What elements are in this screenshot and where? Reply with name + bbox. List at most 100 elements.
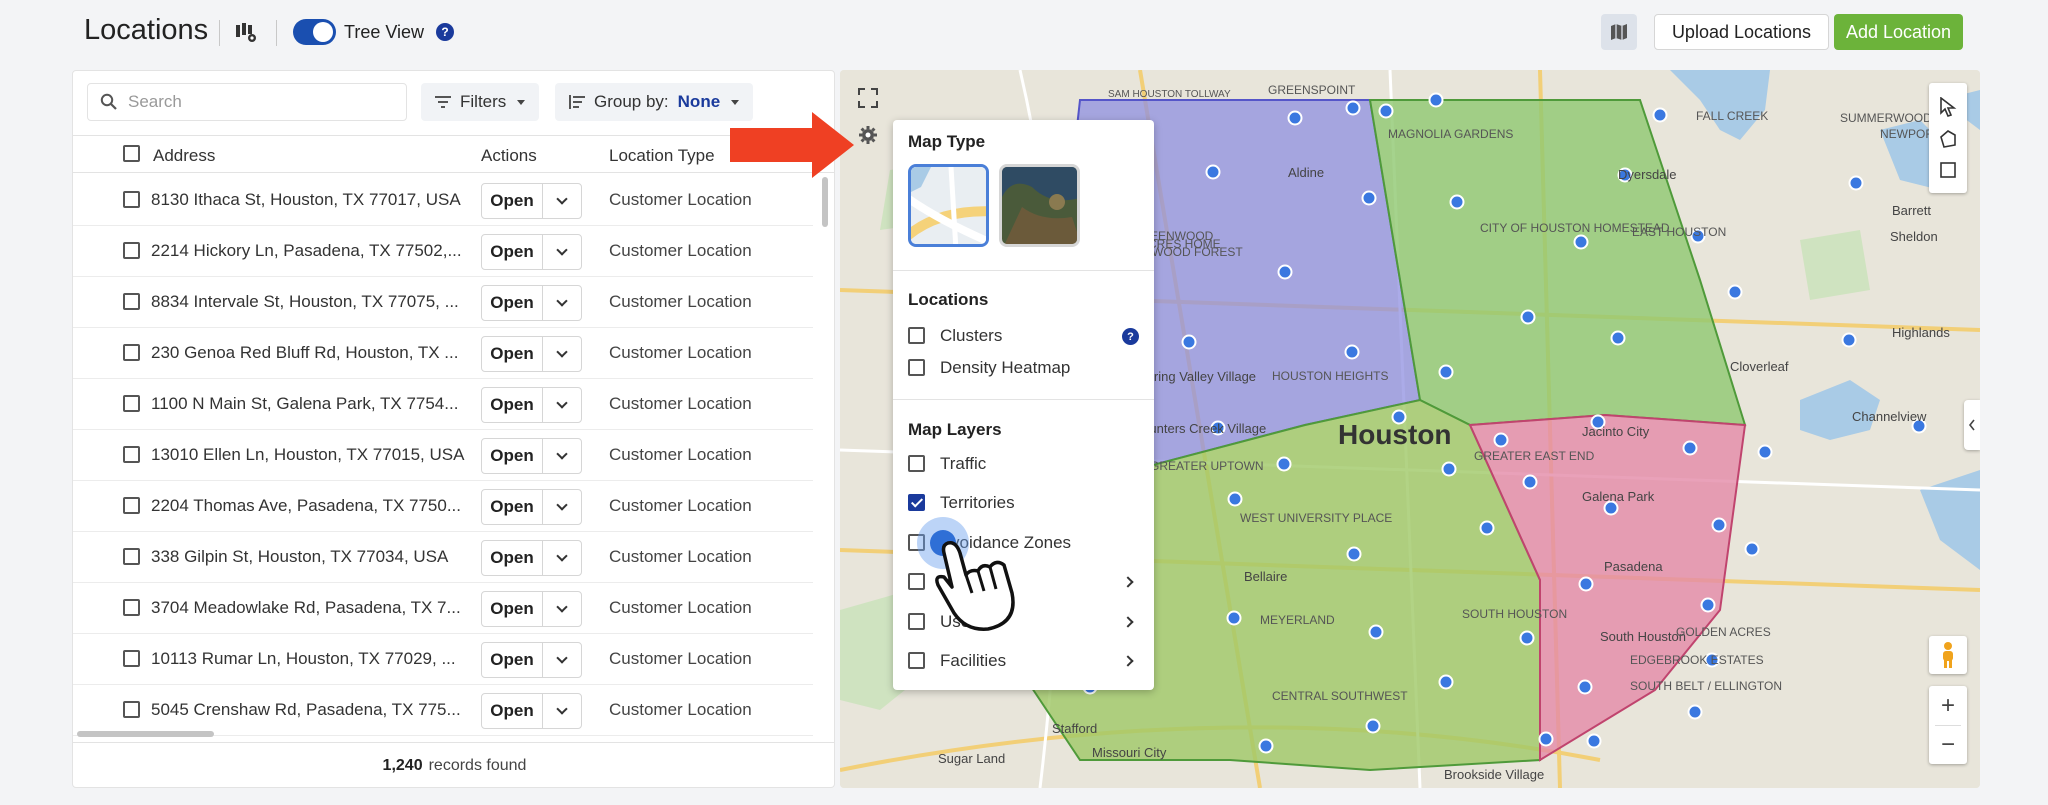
location-marker[interactable] — [1687, 704, 1703, 720]
group-by-button[interactable]: Group by: None — [555, 83, 754, 121]
chevron-right-icon[interactable] — [1122, 615, 1134, 628]
traffic-checkbox[interactable] — [908, 455, 925, 472]
location-marker[interactable] — [1744, 541, 1760, 557]
density-heatmap-checkbox[interactable] — [908, 359, 925, 376]
table-row[interactable]: 230 Genoa Red Bluff Rd, Houston, TX ... O… — [73, 328, 813, 379]
address-cell[interactable]: 8834 Intervale St, Houston, TX 77075, ..… — [151, 292, 459, 312]
open-button[interactable]: Open — [482, 592, 543, 626]
location-marker[interactable] — [1205, 164, 1221, 180]
table-row[interactable]: 1100 N Main St, Galena Park, TX 7754... O… — [73, 379, 813, 430]
open-button[interactable]: Open — [482, 439, 543, 473]
location-marker[interactable] — [1682, 440, 1698, 456]
map-view-button[interactable] — [1601, 14, 1637, 50]
location-marker[interactable] — [1757, 444, 1773, 460]
location-marker[interactable] — [1577, 679, 1593, 695]
rectangle-icon[interactable] — [1939, 161, 1957, 179]
polygon-icon[interactable] — [1938, 129, 1958, 149]
location-marker[interactable] — [1365, 718, 1381, 734]
location-marker[interactable] — [1361, 190, 1377, 206]
roadmap-type-option[interactable] — [908, 164, 989, 247]
open-dropdown-button[interactable] — [543, 643, 581, 677]
open-button[interactable]: Open — [482, 235, 543, 269]
open-dropdown-button[interactable] — [543, 541, 581, 575]
location-marker[interactable] — [1276, 456, 1292, 472]
row-checkbox[interactable] — [123, 548, 140, 565]
location-marker[interactable] — [1538, 731, 1554, 747]
row-checkbox[interactable] — [123, 599, 140, 616]
location-marker[interactable] — [1520, 309, 1536, 325]
table-row[interactable]: 2214 Hickory Ln, Pasadena, TX 77502,... O… — [73, 226, 813, 277]
address-cell[interactable]: 10113 Rumar Ln, Houston, TX 77029, ... — [151, 649, 456, 669]
facilities-checkbox[interactable] — [908, 652, 925, 669]
row-checkbox[interactable] — [123, 191, 140, 208]
open-button[interactable]: Open — [482, 490, 543, 524]
address-cell[interactable]: 1100 N Main St, Galena Park, TX 7754... — [151, 394, 458, 414]
location-marker[interactable] — [1258, 738, 1274, 754]
address-cell[interactable]: 230 Genoa Red Bluff Rd, Houston, TX ... — [151, 343, 458, 363]
location-marker[interactable] — [1652, 107, 1668, 123]
address-cell[interactable]: 5045 Crenshaw Rd, Pasadena, TX 775... — [151, 700, 461, 720]
chevron-right-icon[interactable] — [1122, 576, 1134, 588]
location-marker[interactable] — [1479, 520, 1495, 536]
row-checkbox[interactable] — [123, 293, 140, 310]
zoom-in-button[interactable]: + — [1941, 687, 1955, 725]
location-marker[interactable] — [1522, 474, 1538, 490]
location-marker[interactable] — [1711, 517, 1727, 533]
location-marker[interactable] — [1226, 610, 1242, 626]
column-location-type[interactable]: Location Type — [609, 146, 715, 166]
open-button[interactable]: Open — [482, 541, 543, 575]
location-marker[interactable] — [1368, 624, 1384, 640]
row-checkbox[interactable] — [123, 242, 140, 259]
row-checkbox[interactable] — [123, 701, 140, 718]
location-marker[interactable] — [1345, 100, 1361, 116]
layer-option-territories[interactable]: Territories — [908, 491, 1140, 515]
open-dropdown-button[interactable] — [543, 184, 581, 218]
pointer-icon[interactable] — [1939, 97, 1957, 117]
open-dropdown-button[interactable] — [543, 235, 581, 269]
layer-option-traffic[interactable]: Traffic — [908, 452, 1140, 476]
chevron-right-icon[interactable] — [1122, 655, 1134, 667]
satellite-type-option[interactable] — [999, 164, 1080, 247]
layer-option-facilities[interactable]: Facilities — [908, 649, 1140, 673]
row-checkbox[interactable] — [123, 344, 140, 361]
open-dropdown-button[interactable] — [543, 337, 581, 371]
vertical-scrollbar[interactable] — [822, 177, 828, 227]
collapse-panel-button[interactable] — [1964, 400, 1980, 450]
address-cell[interactable]: 8130 Ithaca St, Houston, TX 77017, USA — [151, 190, 461, 210]
filters-button[interactable]: Filters — [421, 83, 540, 121]
location-marker[interactable] — [1848, 175, 1864, 191]
tree-view-toggle[interactable] — [293, 19, 336, 45]
row-checkbox[interactable] — [123, 650, 140, 667]
address-cell[interactable]: 2204 Thomas Ave, Pasadena, TX 7750... — [151, 496, 461, 516]
help-icon[interactable]: ? — [1122, 328, 1139, 345]
territories-checkbox[interactable] — [908, 494, 925, 512]
location-marker[interactable] — [1578, 576, 1594, 592]
location-marker[interactable] — [1841, 332, 1857, 348]
open-dropdown-button[interactable] — [543, 439, 581, 473]
location-marker[interactable] — [1378, 103, 1394, 119]
location-marker[interactable] — [1346, 546, 1362, 562]
density-heatmap-option[interactable]: Density Heatmap — [908, 356, 1140, 380]
open-button[interactable]: Open — [482, 643, 543, 677]
table-row[interactable]: 2204 Thomas Ave, Pasadena, TX 7750... Ope… — [73, 481, 813, 532]
location-marker[interactable] — [1573, 234, 1589, 250]
table-row[interactable]: 5045 Crenshaw Rd, Pasadena, TX 775... Ope… — [73, 685, 813, 736]
open-button[interactable]: Open — [482, 337, 543, 371]
street-view-pegman-icon[interactable] — [1929, 636, 1967, 674]
table-row[interactable]: 3704 Meadowlake Rd, Pasadena, TX 7... Ope… — [73, 583, 813, 634]
row-checkbox[interactable] — [123, 497, 140, 514]
location-marker[interactable] — [1428, 92, 1444, 108]
open-button[interactable]: Open — [482, 184, 543, 218]
clusters-option[interactable]: Clusters ? — [908, 324, 1140, 348]
open-button[interactable]: Open — [482, 286, 543, 320]
location-marker[interactable] — [1344, 344, 1360, 360]
clusters-checkbox[interactable] — [908, 327, 925, 344]
open-dropdown-button[interactable] — [543, 490, 581, 524]
address-cell[interactable]: 2214 Hickory Ln, Pasadena, TX 77502,... — [151, 241, 462, 261]
search-input[interactable]: Search — [87, 83, 407, 121]
location-marker[interactable] — [1493, 432, 1509, 448]
zoom-out-button[interactable]: − — [1941, 726, 1955, 764]
map-settings-gear-icon[interactable] — [853, 120, 883, 150]
open-dropdown-button[interactable] — [543, 592, 581, 626]
location-marker[interactable] — [1519, 630, 1535, 646]
